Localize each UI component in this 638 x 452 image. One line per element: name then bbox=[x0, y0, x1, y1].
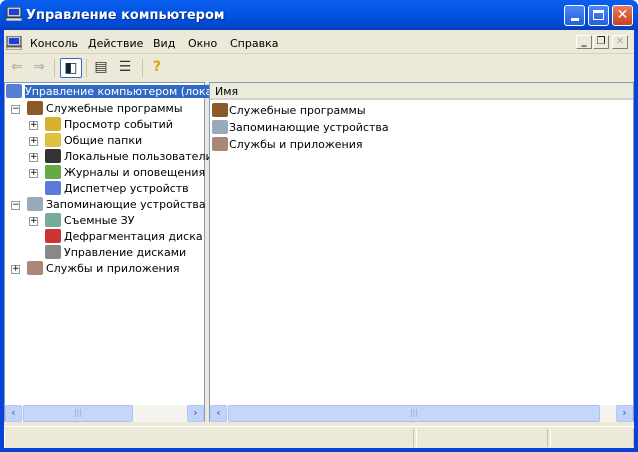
list-item-label: Служебные программы bbox=[229, 104, 366, 117]
show-hide-tree-icon[interactable]: ◧ bbox=[60, 58, 82, 78]
expand-toggle[interactable]: − bbox=[11, 105, 20, 114]
tree-item-label: Управление дисками bbox=[64, 246, 187, 259]
tree-item-icon bbox=[45, 133, 61, 147]
export-list-icon[interactable]: ☰ bbox=[114, 58, 136, 78]
expand-toggle[interactable]: + bbox=[29, 121, 38, 130]
client-area: Консоль Действие Вид Окно Справка _ ❐ ✕ … bbox=[4, 30, 634, 448]
list-item-label: Службы и приложения bbox=[229, 138, 363, 151]
tree-item-label: Общие папки bbox=[64, 134, 143, 147]
window: Управление компьютером ✕ Консоль Действи… bbox=[0, 0, 638, 452]
tree-item[interactable]: Журналы и оповещения пр bbox=[45, 165, 223, 181]
status-pane bbox=[416, 429, 548, 447]
toolbar-separator bbox=[54, 59, 55, 77]
tree-root[interactable]: Управление компьютером (локаль bbox=[5, 84, 226, 100]
toolbar-separator bbox=[86, 59, 87, 77]
computer-icon bbox=[6, 84, 22, 98]
tree-item-label: Локальные пользователи и bbox=[64, 150, 224, 163]
menu-view[interactable]: Вид bbox=[153, 37, 175, 50]
tree-pane: Управление компьютером (локаль − Служебны… bbox=[4, 82, 226, 422]
console-icon[interactable] bbox=[5, 35, 23, 51]
toolbar: ⇐ ⇒ ◧ ▤ ☰ ? bbox=[4, 55, 634, 80]
tree-item-icon bbox=[45, 165, 61, 179]
scrollbar-thumb[interactable]: ||| bbox=[23, 405, 133, 422]
expand-toggle[interactable]: + bbox=[29, 169, 38, 178]
computer-icon bbox=[5, 6, 23, 22]
list-item-icon bbox=[212, 120, 228, 134]
window-title: Управление компьютером bbox=[26, 8, 225, 23]
tree-item-label: Служебные программы bbox=[46, 102, 183, 115]
tree-item-label: Съемные ЗУ bbox=[64, 214, 135, 227]
tree-item-icon bbox=[45, 117, 61, 131]
tree-root-label: Управление компьютером (локаль bbox=[25, 85, 226, 98]
tree-item[interactable]: Служебные программы bbox=[27, 101, 183, 117]
scroll-left-button[interactable]: ‹ bbox=[210, 405, 227, 422]
expand-toggle[interactable]: + bbox=[29, 217, 38, 226]
tree-item-label: Дефрагментация диска bbox=[64, 230, 203, 243]
status-pane bbox=[550, 429, 634, 447]
child-restore-button[interactable]: ❐ bbox=[593, 35, 609, 49]
expand-toggle[interactable]: + bbox=[29, 137, 38, 146]
tree-item-label: Службы и приложения bbox=[46, 262, 180, 275]
tree-item[interactable]: Дефрагментация диска bbox=[45, 229, 203, 245]
tree-item[interactable]: Общие папки bbox=[45, 133, 142, 149]
child-minimize-button[interactable]: _ bbox=[576, 35, 592, 49]
tree-item-label: Запоминающие устройства bbox=[46, 198, 206, 211]
help-icon[interactable]: ? bbox=[146, 58, 168, 78]
column-header-name[interactable]: Имя bbox=[210, 83, 633, 100]
tree-item-icon bbox=[45, 149, 61, 163]
tree-item-label: Журналы и оповещения пр bbox=[64, 166, 223, 179]
menu-console[interactable]: Консоль bbox=[30, 37, 78, 50]
maximize-button[interactable] bbox=[588, 5, 609, 26]
tree-item[interactable]: Просмотр событий bbox=[45, 117, 173, 133]
list-horizontal-scrollbar[interactable]: ‹ ||| › bbox=[210, 405, 633, 422]
expand-toggle[interactable]: − bbox=[11, 201, 20, 210]
tree-item[interactable]: Съемные ЗУ bbox=[45, 213, 134, 229]
scroll-right-button[interactable]: › bbox=[616, 405, 633, 422]
scroll-right-button[interactable]: › bbox=[187, 405, 204, 422]
tree-item[interactable]: Диспетчер устройств bbox=[45, 181, 189, 197]
list-item[interactable]: Служебные программы bbox=[212, 103, 366, 119]
list-item-icon bbox=[212, 137, 228, 151]
menu-window[interactable]: Окно bbox=[188, 37, 217, 50]
child-close-button[interactable]: ✕ bbox=[612, 35, 628, 49]
tree-item-icon bbox=[45, 213, 61, 227]
tree-item[interactable]: Локальные пользователи и bbox=[45, 149, 223, 165]
menu-bar: Консоль Действие Вид Окно Справка _ ❐ ✕ bbox=[4, 32, 634, 54]
status-pane bbox=[4, 429, 414, 447]
scrollbar-thumb[interactable]: ||| bbox=[228, 405, 600, 422]
scroll-left-button[interactable]: ‹ bbox=[5, 405, 22, 422]
expand-toggle[interactable]: + bbox=[29, 153, 38, 162]
tree-horizontal-scrollbar[interactable]: ‹ ||| › bbox=[5, 405, 204, 422]
back-icon[interactable]: ⇐ bbox=[6, 58, 28, 78]
expand-toggle[interactable]: + bbox=[11, 265, 20, 274]
tree-item-icon bbox=[45, 245, 61, 259]
tree-item-icon bbox=[45, 229, 61, 243]
tree-item[interactable]: Запоминающие устройства bbox=[27, 197, 206, 213]
menu-help[interactable]: Справка bbox=[230, 37, 278, 50]
list-item[interactable]: Службы и приложения bbox=[212, 137, 362, 153]
forward-icon[interactable]: ⇒ bbox=[28, 58, 50, 78]
list-item-icon bbox=[212, 103, 228, 117]
title-bar[interactable]: Управление компьютером ✕ bbox=[0, 0, 638, 30]
list-pane: Имя Служебные программы Запоминающие устр… bbox=[209, 82, 634, 422]
tree-item[interactable]: Управление дисками bbox=[45, 245, 186, 261]
close-button[interactable]: ✕ bbox=[612, 5, 633, 26]
tree-item-label: Диспетчер устройств bbox=[64, 182, 189, 195]
menu-action[interactable]: Действие bbox=[88, 37, 143, 50]
toolbar-separator bbox=[142, 59, 143, 77]
tree-item-icon bbox=[45, 181, 61, 195]
status-bar bbox=[4, 426, 634, 448]
list-item[interactable]: Запоминающие устройства bbox=[212, 120, 389, 136]
tree-item-icon bbox=[27, 197, 43, 211]
minimize-button[interactable] bbox=[564, 5, 585, 26]
tree-item-icon bbox=[27, 101, 43, 115]
tree-item[interactable]: Службы и приложения bbox=[27, 261, 179, 277]
list-item-label: Запоминающие устройства bbox=[229, 121, 389, 134]
properties-icon[interactable]: ▤ bbox=[90, 58, 112, 78]
tree-item-label: Просмотр событий bbox=[64, 118, 173, 131]
tree-item-icon bbox=[27, 261, 43, 275]
